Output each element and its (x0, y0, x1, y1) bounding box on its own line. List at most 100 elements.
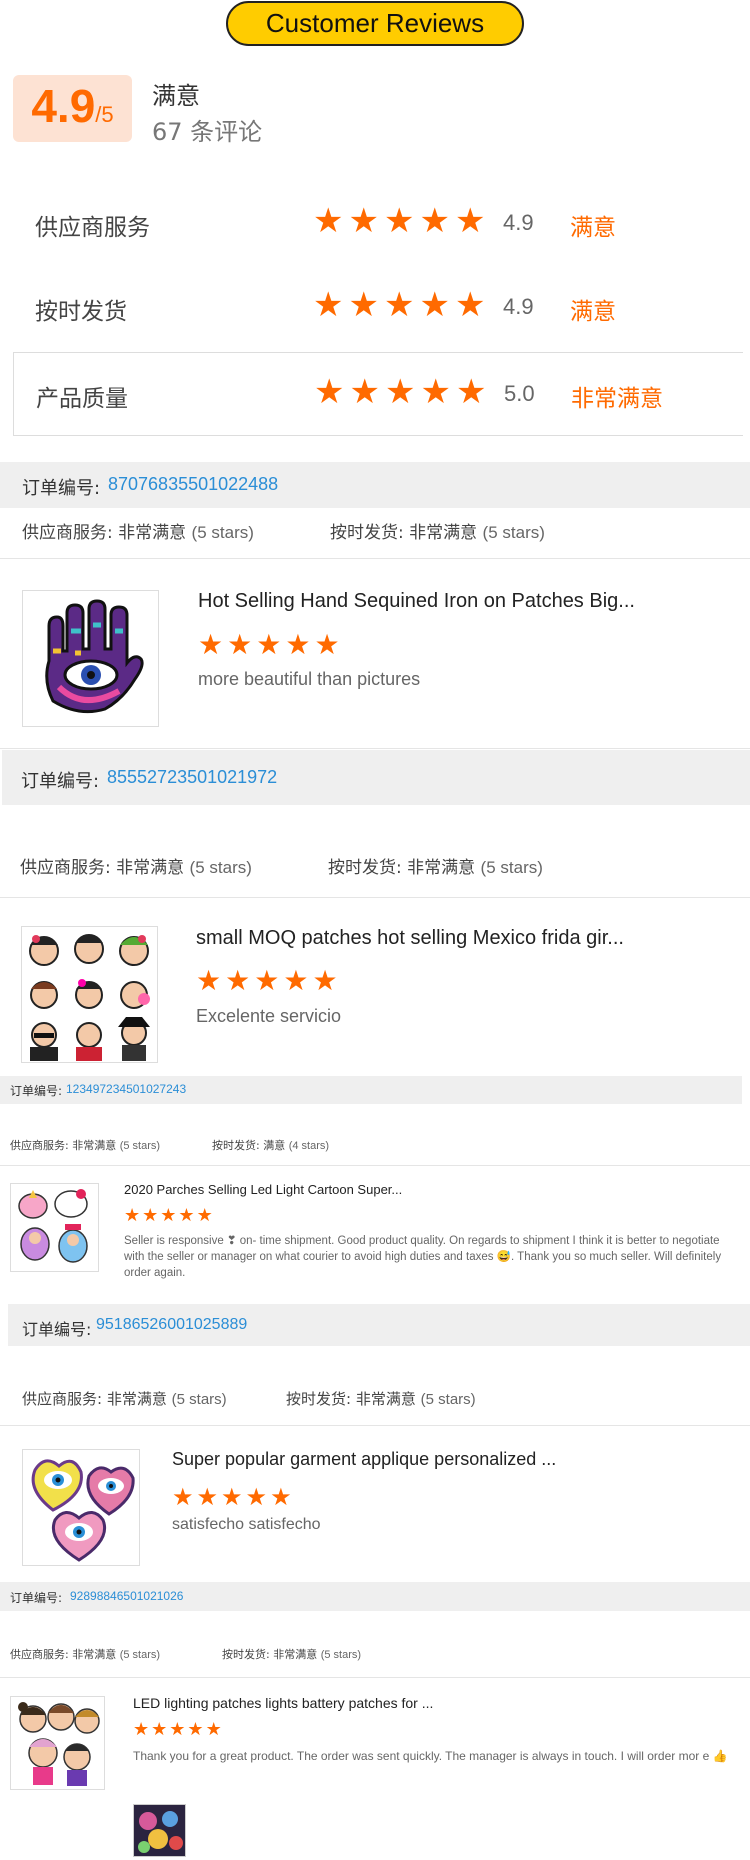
order-bar: 订单编号: 123497234501027243 (0, 1076, 742, 1104)
service-label: 供应商服务: (20, 858, 111, 878)
service-value: 非常满意 (72, 1648, 117, 1661)
review-stars: ★ ★ ★ ★ ★ (172, 1485, 292, 1509)
order-bar: 订单编号: 92898846501021026 (0, 1582, 750, 1611)
overall-score-suffix: /5 (95, 102, 114, 127)
order-bar: 订单编号: 95186526001025889 (8, 1304, 750, 1346)
service-label: 供应商服务: (22, 1390, 103, 1408)
rating-stars: ★ ★ ★ ★ ★ (314, 375, 486, 409)
rating-stars: ★ ★ ★ ★ ★ (313, 288, 485, 322)
star-icon: ★ (198, 628, 224, 661)
service-value: 非常满意 (118, 523, 187, 543)
rating-score: 4.9 (503, 294, 534, 319)
service-stars-note: (5 stars) (119, 1140, 161, 1152)
service-label: 供应商服务: (10, 1139, 69, 1152)
star-icon: ★ (314, 372, 345, 412)
divider (0, 1165, 750, 1166)
review-comment: Thank you for a great product. The order… (133, 1749, 728, 1763)
review-photo-image (134, 1805, 185, 1856)
star-icon: ★ (227, 628, 253, 661)
order-number-label: 订单编号: (22, 1320, 92, 1339)
order-number-label: 订单编号: (10, 1591, 63, 1605)
rating-label: 按时发货 (35, 299, 127, 325)
order-number-link[interactable]: 95186526001025889 (96, 1316, 247, 1334)
product-thumbnail[interactable] (10, 1183, 99, 1272)
star-icon: ★ (383, 201, 415, 241)
divider (0, 1425, 750, 1426)
service-stars-note: (5 stars) (191, 523, 254, 542)
divider (0, 897, 750, 898)
service-stars-note: (5 stars) (119, 1649, 161, 1661)
shipping-label: 按时发货: (330, 523, 404, 543)
order-number-link[interactable]: 87076835501022488 (108, 474, 278, 495)
order-number-link[interactable]: 92898846501021026 (70, 1589, 183, 1603)
shipping-stars-note: (4 stars) (288, 1140, 330, 1152)
star-icon: ★ (205, 1719, 222, 1740)
divider (0, 1677, 750, 1678)
star-icon: ★ (349, 372, 380, 412)
star-icon: ★ (454, 201, 486, 241)
shipping-value: 满意 (263, 1139, 286, 1152)
star-icon: ★ (196, 964, 222, 997)
shipping-label: 按时发货: (212, 1139, 260, 1152)
star-icon: ★ (169, 1719, 186, 1740)
review-count: 67 条评论 (152, 118, 263, 146)
product-title[interactable]: Super popular garment applique personali… (172, 1449, 692, 1470)
order-number-label: 订单编号: (22, 478, 101, 499)
service-value: 非常满意 (116, 858, 185, 878)
product-thumbnail[interactable] (10, 1696, 105, 1790)
star-icon: ★ (196, 1483, 219, 1511)
star-icon: ★ (454, 285, 486, 325)
overall-score: 4.9 (31, 80, 96, 132)
product-title[interactable]: 2020 Parches Selling Led Light Cartoon S… (124, 1182, 684, 1197)
order-bar: 订单编号: 85552723501021972 (2, 750, 750, 805)
shipping-label: 按时发货: (328, 858, 402, 878)
star-icon: ★ (254, 964, 280, 997)
review-meta-service: 供应商服务: 非常满意 (5 stars) (22, 1388, 227, 1409)
overall-score-badge: 4.9 /5 (13, 75, 132, 142)
rating-text: 满意 (570, 215, 616, 241)
cartoon-patches-image (18, 1189, 88, 1263)
star-icon: ★ (313, 285, 344, 325)
review-meta-shipping: 按时发货: 非常满意 (5 stars) (222, 1646, 361, 1662)
review-stars: ★ ★ ★ ★ ★ (198, 631, 340, 659)
shipping-label: 按时发货: (222, 1648, 270, 1661)
shipping-stars-note: (5 stars) (420, 1391, 476, 1408)
shipping-stars-note: (5 stars) (320, 1649, 362, 1661)
review-comment: satisfecho satisfecho (172, 1516, 321, 1533)
review-meta-service: 供应商服务: 非常满意 (5 stars) (22, 518, 254, 543)
shipping-stars-note: (5 stars) (482, 523, 545, 542)
star-icon: ★ (133, 1719, 150, 1740)
divider (0, 558, 750, 559)
product-title[interactable]: LED lighting patches lights battery patc… (133, 1695, 693, 1711)
rating-row-product-quality: 产品质量 ★ ★ ★ ★ ★ 5.0 非常满意 (13, 352, 743, 436)
shipping-stars-note: (5 stars) (480, 858, 543, 877)
review-meta-service: 供应商服务: 非常满意 (5 stars) (10, 1646, 160, 1662)
shipping-value: 非常满意 (409, 523, 478, 543)
service-value: 非常满意 (72, 1139, 117, 1152)
star-icon: ★ (245, 1483, 268, 1511)
service-stars-note: (5 stars) (189, 858, 252, 877)
product-title[interactable]: small MOQ patches hot selling Mexico fri… (196, 927, 696, 950)
rating-score: 4.9 (503, 210, 534, 235)
doll-patches-image (18, 1702, 100, 1786)
star-icon: ★ (419, 201, 450, 241)
product-thumbnail[interactable] (22, 1449, 140, 1566)
shipping-value: 非常满意 (355, 1390, 416, 1408)
frida-patches-image (29, 934, 150, 1061)
star-icon: ★ (312, 964, 338, 997)
rating-stars: ★ ★ ★ ★ ★ (313, 204, 485, 238)
star-icon: ★ (313, 201, 344, 241)
review-stars: ★ ★ ★ ★ ★ (133, 1721, 222, 1739)
star-icon: ★ (455, 372, 487, 412)
star-icon: ★ (142, 1205, 159, 1226)
review-photo[interactable] (133, 1804, 186, 1857)
product-thumbnail[interactable] (21, 926, 158, 1063)
product-thumbnail[interactable] (22, 590, 159, 727)
product-title[interactable]: Hot Selling Hand Sequined Iron on Patche… (198, 590, 698, 613)
review-meta-service: 供应商服务: 非常满意 (5 stars) (10, 1137, 160, 1153)
rating-row-supplier-service: 供应商服务 ★ ★ ★ ★ ★ 4.9 满意 (13, 182, 743, 266)
rating-row-on-time-delivery: 按时发货 ★ ★ ★ ★ ★ 4.9 满意 (13, 266, 743, 350)
star-icon: ★ (256, 628, 282, 661)
order-number-link[interactable]: 123497234501027243 (66, 1082, 186, 1096)
order-number-link[interactable]: 85552723501021972 (107, 767, 277, 788)
